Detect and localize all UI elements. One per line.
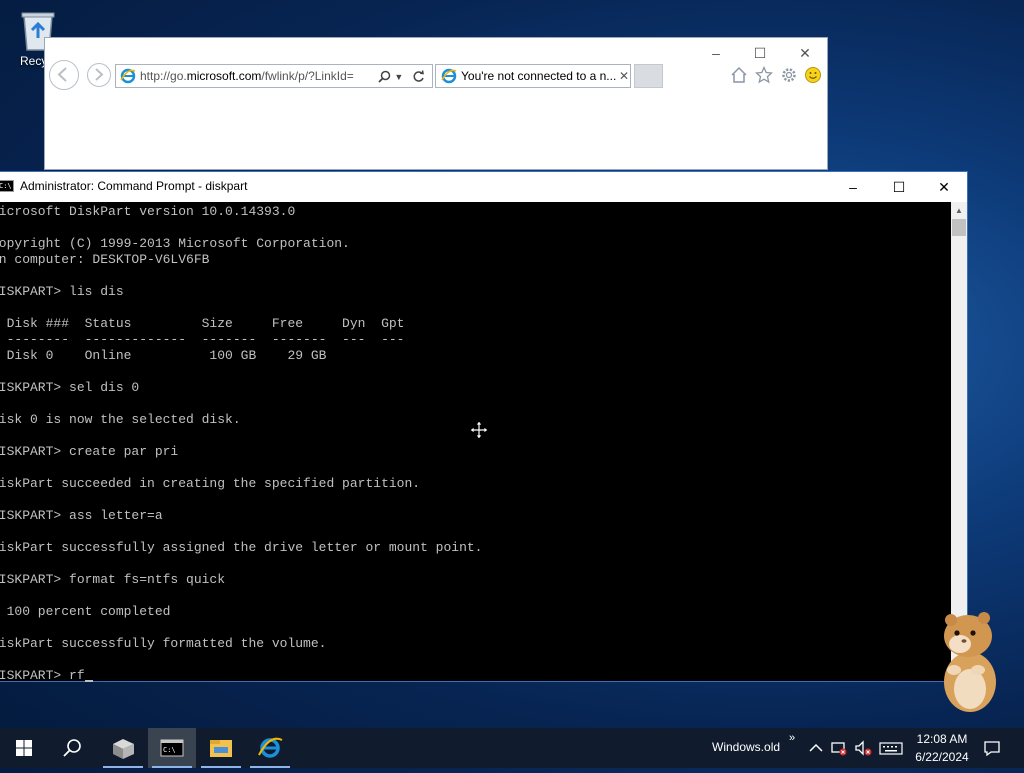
address-bar[interactable]: http://go.microsoft.com/fwlink/p/?LinkId… — [115, 64, 433, 88]
taskbar-command-prompt[interactable]: C:\ — [148, 728, 196, 768]
server-manager-icon — [113, 739, 134, 759]
taskbar-file-explorer[interactable] — [197, 728, 245, 768]
windows-logo-icon — [16, 740, 32, 756]
console-line: DISKPART> sel dis 0 — [0, 380, 139, 396]
svg-text:C:\: C:\ — [163, 746, 176, 754]
tab-not-connected[interactable]: You're not connected to a n... ✕ — [435, 64, 631, 88]
console-line: DiskPart successfully assigned the drive… — [0, 540, 482, 556]
action-center-flag-icon[interactable] — [829, 738, 849, 758]
toolbar-expand-icon[interactable]: » — [789, 732, 795, 744]
console-line: Disk 0 Online 100 GB 29 GB — [0, 348, 327, 364]
favorites-star-icon[interactable] — [754, 65, 774, 84]
smiley-feedback-icon[interactable] — [804, 66, 822, 84]
start-button[interactable] — [0, 728, 48, 768]
taskbar: C:\ Windows.old » 12:08 AM 6/22/2024 — [0, 728, 1024, 768]
console-line: DISKPART> lis dis — [0, 284, 124, 300]
console-line: DISKPART> create par pri — [0, 444, 178, 460]
scroll-up-arrow-icon[interactable]: ▲ — [951, 202, 967, 219]
forward-icon — [95, 68, 104, 81]
console-line-text: Disk ### Status Size Free Dyn Gpt — [0, 316, 405, 331]
console-line-text: Copyright (C) 1999-2013 Microsoft Corpor… — [0, 236, 350, 251]
cmd-app-icon: C:\ — [0, 180, 14, 192]
hamster-sticker-image — [944, 612, 996, 712]
internet-explorer-icon — [258, 737, 283, 758]
search-taskbar-button[interactable] — [48, 728, 96, 768]
refresh-icon — [413, 70, 424, 83]
cmd-titlebar[interactable]: C:\ Administrator: Command Prompt - disk… — [0, 172, 967, 202]
back-button[interactable] — [49, 60, 79, 90]
search-dropdown-button[interactable]: ▼ — [378, 65, 404, 87]
cmd-minimize-button[interactable]: – — [830, 172, 876, 202]
home-icon[interactable] — [730, 66, 748, 84]
ie-logo-icon — [120, 68, 136, 87]
console-line: Disk ### Status Size Free Dyn Gpt — [0, 316, 405, 332]
cmd-maximize-button[interactable]: ☐ — [876, 172, 922, 202]
console-line: DISKPART> rf — [0, 668, 93, 682]
folder-icon — [210, 740, 232, 757]
chevron-down-icon: ▼ — [394, 72, 404, 82]
keyboard-icon[interactable] — [879, 738, 903, 758]
console-line-text: DISKPART> create par pri — [0, 444, 179, 459]
text-cursor — [84, 680, 93, 682]
ie-maximize-button[interactable]: ☐ — [748, 44, 772, 62]
cmd-close-button[interactable]: ✕ — [921, 172, 967, 202]
console-line: DISKPART> format fs=ntfs quick — [0, 572, 225, 588]
console-line: 100 percent completed — [0, 604, 171, 620]
search-icon — [378, 71, 391, 83]
ie-close-button[interactable]: ✕ — [793, 44, 817, 62]
console-line-text: Disk 0 is now the selected disk. — [0, 412, 241, 427]
back-icon — [57, 67, 67, 82]
new-tab-button[interactable] — [634, 64, 663, 88]
console-output[interactable]: Microsoft DiskPart version 10.0.14393.0 C… — [0, 202, 951, 682]
console-line-text: Microsoft DiskPart version 10.0.14393.0 — [0, 204, 296, 219]
address-url: http://go.microsoft.com/fwlink/p/?LinkId… — [140, 69, 354, 83]
console-line: -------- ------------- ------- ------- -… — [0, 332, 405, 348]
console-line-text: DiskPart successfully assigned the drive… — [0, 540, 483, 555]
tab-close-icon[interactable]: ✕ — [619, 65, 629, 87]
console-line: Disk 0 is now the selected disk. — [0, 412, 241, 428]
console-line: On computer: DESKTOP-V6LV6FB — [0, 252, 209, 268]
console-line-text: DISKPART> lis dis — [0, 284, 124, 299]
console-line: DiskPart succeeded in creating the speci… — [0, 476, 420, 492]
refresh-button[interactable] — [412, 65, 425, 87]
ie-minimize-button[interactable]: – — [704, 44, 728, 62]
internet-explorer-window[interactable]: – ☐ ✕ http://go.microsoft.com/fwlink/p/?… — [44, 37, 828, 170]
command-prompt-icon: C:\ — [160, 739, 184, 757]
console-line-text: DiskPart successfully formatted the volu… — [0, 636, 327, 651]
console-line-text: DiskPart succeeded in creating the speci… — [0, 476, 421, 491]
console-line-text: DISKPART> rf — [0, 668, 85, 682]
console-line-text: DISKPART> ass letter=a — [0, 508, 163, 523]
scroll-thumb[interactable] — [952, 219, 966, 236]
move-cursor-icon — [470, 421, 488, 439]
console-line: Microsoft DiskPart version 10.0.14393.0 — [0, 204, 295, 220]
gear-icon[interactable] — [780, 66, 798, 84]
console-line: DISKPART> ass letter=a — [0, 508, 163, 524]
forward-button[interactable] — [87, 63, 111, 87]
console-line-text: On computer: DESKTOP-V6LV6FB — [0, 252, 210, 267]
console-line-text: Disk 0 Online 100 GB 29 GB — [0, 348, 327, 363]
console-line-text: DISKPART> sel dis 0 — [0, 380, 140, 395]
show-hidden-icons-chevron-up-icon[interactable] — [806, 738, 826, 758]
clock-time[interactable]: 12:08 AM — [913, 732, 971, 746]
windows-old-toolbar[interactable]: Windows.old — [712, 740, 780, 754]
taskbar-internet-explorer[interactable] — [246, 728, 294, 768]
ie-logo-icon — [441, 68, 457, 87]
console-line-text: 100 percent completed — [0, 604, 171, 619]
search-icon — [63, 739, 81, 757]
cmd-window-title: Administrator: Command Prompt - diskpart — [20, 179, 248, 193]
notifications-icon[interactable] — [982, 738, 1002, 758]
clock-date[interactable]: 6/22/2024 — [913, 750, 971, 764]
console-line-text: -------- ------------- ------- ------- -… — [0, 332, 405, 347]
console-line: Copyright (C) 1999-2013 Microsoft Corpor… — [0, 236, 350, 252]
volume-muted-icon[interactable] — [853, 738, 873, 758]
console-line: DiskPart successfully formatted the volu… — [0, 636, 326, 652]
console-line-text: DISKPART> format fs=ntfs quick — [0, 572, 226, 587]
taskbar-server-manager[interactable] — [99, 728, 147, 768]
tab-title: You're not connected to a n... — [461, 69, 616, 83]
